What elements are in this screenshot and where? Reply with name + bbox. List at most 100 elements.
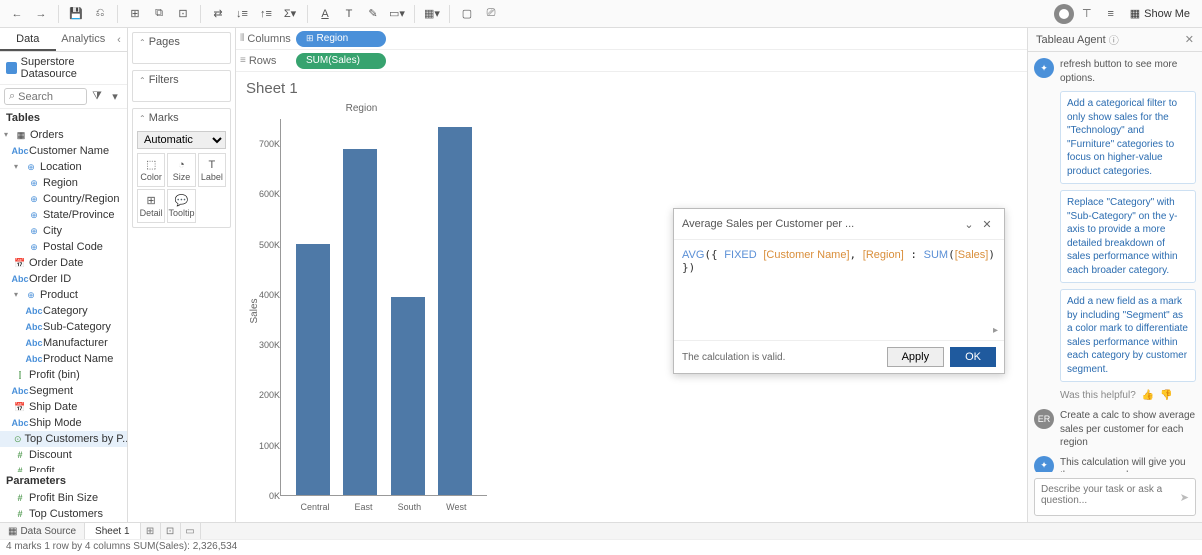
duplicate-button[interactable]: ⧉ xyxy=(148,3,170,25)
field-profit[interactable]: #Profit xyxy=(0,463,127,472)
thumbs-up-button[interactable]: 👍 xyxy=(1142,390,1154,401)
sort-desc-button[interactable]: ↑≡ xyxy=(255,3,277,25)
worksheet-button[interactable]: ▦▾ xyxy=(421,3,443,25)
tab-analytics[interactable]: Analytics xyxy=(56,28,112,51)
sheet-tabs-bar: ▦Data Source Sheet 1 ⊞ ⊡ ▭ xyxy=(0,522,1202,539)
columns-shelf[interactable]: ⦀Columns ⊞Region xyxy=(236,28,1027,50)
format-button[interactable]: T xyxy=(338,3,360,25)
field-order-date[interactable]: 📅Order Date xyxy=(0,255,127,271)
field-order-id[interactable]: AbcOrder ID xyxy=(0,271,127,287)
presentation-button[interactable]: ▢ xyxy=(456,3,478,25)
marks-type-select[interactable]: Automatic xyxy=(137,131,226,149)
calc-apply-button[interactable]: Apply xyxy=(887,347,945,367)
param-top-customers[interactable]: #Top Customers xyxy=(0,506,127,522)
field-segment[interactable]: AbcSegment xyxy=(0,383,127,399)
mark-label-button[interactable]: TLabel xyxy=(198,153,226,187)
field-postal-code[interactable]: ⊕Postal Code xyxy=(0,239,127,255)
search-input[interactable] xyxy=(18,91,82,103)
sheet-title[interactable]: Sheet 1 xyxy=(236,72,1027,99)
alerts-button[interactable]: ≡ xyxy=(1100,3,1122,25)
mark-detail-button[interactable]: ⊞Detail xyxy=(137,189,165,223)
agent-textarea[interactable] xyxy=(1041,484,1176,510)
agent-suggestion-2[interactable]: Replace "Category" with "Sub-Category" o… xyxy=(1060,190,1196,283)
columns-pill-region[interactable]: ⊞Region xyxy=(296,31,386,47)
totals-button[interactable]: Σ▾ xyxy=(279,3,301,25)
field-country-region[interactable]: ⊕Country/Region xyxy=(0,191,127,207)
marks-card: ⌃Marks Automatic ⬚Color ◔Size TLabel ⊞De… xyxy=(132,108,231,228)
bar-east[interactable] xyxy=(343,149,377,495)
new-worksheet-tab-button[interactable]: ⊞ xyxy=(141,523,161,539)
save-button[interactable]: 💾 xyxy=(65,3,87,25)
filters-card[interactable]: ⌃Filters xyxy=(132,70,231,102)
field-profit-bin[interactable]: ⫿Profit (bin) xyxy=(0,367,127,383)
sort-asc-button[interactable]: ↓≡ xyxy=(231,3,253,25)
new-dashboard-tab-button[interactable]: ⊡ xyxy=(161,523,181,539)
forward-button[interactable]: → xyxy=(30,3,52,25)
clear-button[interactable]: ⊡ xyxy=(172,3,194,25)
fit-button[interactable]: ▭▾ xyxy=(386,3,408,25)
x-label: Central xyxy=(301,502,330,512)
field-ship-date[interactable]: 📅Ship Date xyxy=(0,399,127,415)
data-guide-button[interactable]: ⊤ xyxy=(1076,3,1098,25)
rows-shelf[interactable]: ≡Rows SUM(Sales) xyxy=(236,50,1027,72)
new-story-tab-button[interactable]: ▭ xyxy=(181,523,201,539)
mark-size-button[interactable]: ◔Size xyxy=(167,153,195,187)
parameters-header: Parameters xyxy=(0,472,127,490)
agent-toolbar-icon[interactable] xyxy=(1054,4,1074,24)
agent-close-button[interactable]: ✕ xyxy=(1185,33,1194,46)
calc-dialog-title: Average Sales per Customer per ... xyxy=(682,218,960,230)
agent-suggestion-1[interactable]: Add a categorical filter to only show sa… xyxy=(1060,91,1196,184)
thumbs-down-button[interactable]: 👎 xyxy=(1160,390,1172,401)
calc-formula-editor[interactable]: AVG({ FIXED [Customer Name], [Region] : … xyxy=(674,240,1004,340)
rows-icon: ≡ xyxy=(240,55,246,66)
mark-color-button[interactable]: ⬚Color xyxy=(137,153,165,187)
mark-tooltip-button[interactable]: 💬Tooltip xyxy=(167,189,195,223)
rows-pill-sum-sales[interactable]: SUM(Sales) xyxy=(296,53,386,69)
field-product-name[interactable]: AbcProduct Name xyxy=(0,351,127,367)
bar-central[interactable] xyxy=(296,244,330,495)
field-customer-name[interactable]: AbcCustomer Name xyxy=(0,143,127,159)
tab-data[interactable]: Data xyxy=(0,28,56,51)
share-button[interactable]: ⎚ xyxy=(480,3,502,25)
field-discount[interactable]: #Discount xyxy=(0,447,127,463)
sheet1-tab[interactable]: Sheet 1 xyxy=(85,523,140,539)
labels-button[interactable]: ✎ xyxy=(362,3,384,25)
agent-suggestion-3[interactable]: Add a new field as a mark by including "… xyxy=(1060,289,1196,382)
back-button[interactable]: ← xyxy=(6,3,28,25)
revert-button[interactable]: ⎌ xyxy=(89,3,111,25)
field-ship-mode[interactable]: AbcShip Mode xyxy=(0,415,127,431)
search-input-wrapper[interactable]: ⌕ xyxy=(4,88,87,105)
pages-card[interactable]: ⌃Pages xyxy=(132,32,231,64)
datasource-row[interactable]: Superstore Datasource xyxy=(0,52,127,85)
swap-button[interactable]: ⇄ xyxy=(207,3,229,25)
field-city[interactable]: ⊕City xyxy=(0,223,127,239)
field-product[interactable]: ▾⊕Product xyxy=(0,287,127,303)
field-state-province[interactable]: ⊕State/Province xyxy=(0,207,127,223)
data-source-tab[interactable]: ▦Data Source xyxy=(0,523,85,539)
filter-fields-button[interactable]: ⧩ xyxy=(89,89,105,105)
rows-label: Rows xyxy=(249,55,277,67)
field-category[interactable]: AbcCategory xyxy=(0,303,127,319)
field-manufacturer[interactable]: AbcManufacturer xyxy=(0,335,127,351)
table-orders[interactable]: ▾▦Orders xyxy=(0,127,127,143)
field-top-customers[interactable]: ⊙Top Customers by P... xyxy=(0,431,127,447)
calc-collapse-button[interactable]: ⌄ xyxy=(960,215,978,233)
field-location[interactable]: ▾⊕Location xyxy=(0,159,127,175)
agent-input-box[interactable]: ➤ xyxy=(1034,478,1196,516)
calc-ok-button[interactable]: OK xyxy=(950,347,996,367)
bar-south[interactable] xyxy=(391,297,425,495)
calc-expand-button[interactable]: ▸ xyxy=(993,325,998,336)
show-me-icon: ▦ xyxy=(1130,7,1140,20)
field-sub-category[interactable]: AbcSub-Category xyxy=(0,319,127,335)
agent-info-icon[interactable]: ⓘ xyxy=(1109,32,1119,47)
calc-close-button[interactable]: ✕ xyxy=(978,215,996,233)
new-worksheet-button[interactable]: ⊞ xyxy=(124,3,146,25)
param-profit-bin-size[interactable]: #Profit Bin Size xyxy=(0,490,127,506)
collapse-left-pane[interactable]: ‹ xyxy=(111,28,127,51)
fields-menu-button[interactable]: ▾ xyxy=(107,89,123,105)
highlight-button[interactable]: A xyxy=(314,3,336,25)
bar-west[interactable] xyxy=(438,127,472,495)
field-region[interactable]: ⊕Region xyxy=(0,175,127,191)
agent-send-button[interactable]: ➤ xyxy=(1180,491,1189,504)
show-me-button[interactable]: ▦ Show Me xyxy=(1124,7,1196,20)
